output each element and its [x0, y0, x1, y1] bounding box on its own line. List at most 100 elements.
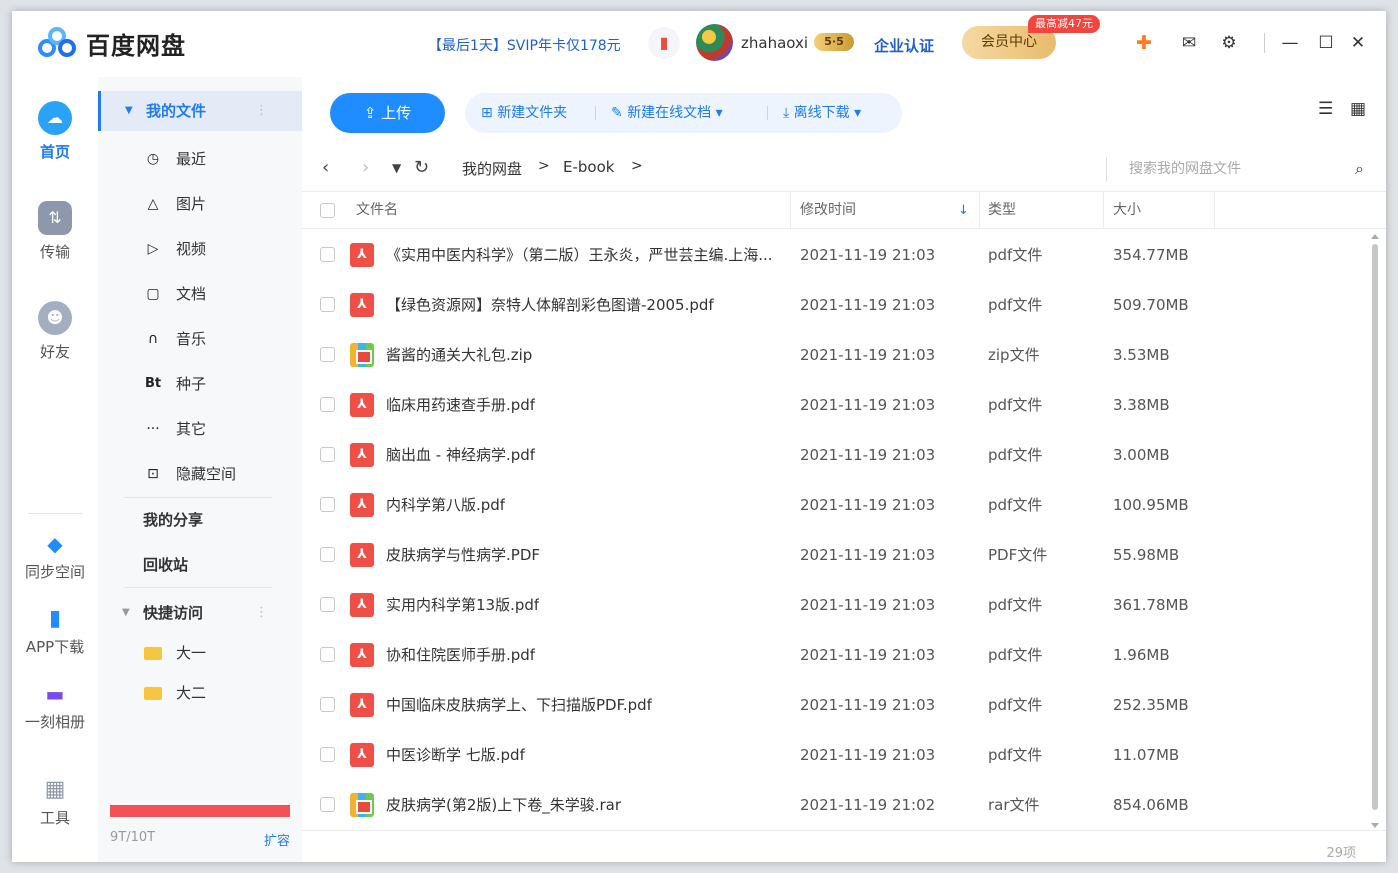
- scroll-thumb[interactable]: [1372, 244, 1378, 810]
- row-checkbox[interactable]: [320, 797, 335, 812]
- table-row[interactable]: ⅄ 脑出血 - 神经病学.pdf 2021-11-19 21:03 pdf文件 3.00…: [302, 430, 1368, 480]
- forward-icon[interactable]: ›: [362, 157, 369, 178]
- refresh-icon[interactable]: ↻: [414, 157, 429, 178]
- table-row[interactable]: ⅄ 临床用药速查手册.pdf 2021-11-19 21:03 pdf文件 3.38MB: [302, 380, 1368, 430]
- file-name[interactable]: 皮肤病学(第2版)上下卷_朱学骏.rar: [386, 780, 621, 830]
- back-icon[interactable]: ‹: [322, 157, 329, 178]
- search-icon[interactable]: ⌕: [1355, 159, 1364, 179]
- file-name[interactable]: 临床用药速查手册.pdf: [386, 380, 535, 430]
- table-row[interactable]: ⅄ 皮肤病学与性病学.PDF 2021-11-19 21:03 PDF文件 55.98M…: [302, 530, 1368, 580]
- sidebar-item-other[interactable]: ··· 其它: [98, 409, 302, 449]
- scroll-down-arrow-icon[interactable]: [1371, 823, 1379, 828]
- history-dropdown-icon[interactable]: ▼: [392, 161, 401, 175]
- sidebar-item-torrents[interactable]: Bt 种子: [98, 364, 302, 404]
- sidebar-item-videos[interactable]: ▷ 视频: [98, 229, 302, 269]
- sidebar-item-recycle[interactable]: 回收站: [98, 545, 302, 585]
- nav-app-download[interactable]: ▮ APP下载: [12, 602, 98, 657]
- table-row[interactable]: ⅄ 中医诊断学 七版.pdf 2021-11-19 21:03 pdf文件 11.07M…: [302, 730, 1368, 780]
- avatar[interactable]: [696, 24, 733, 61]
- file-name[interactable]: 实用内科学第13版.pdf: [386, 580, 539, 630]
- select-all-checkbox[interactable]: [320, 203, 335, 218]
- row-checkbox[interactable]: [320, 347, 335, 362]
- row-checkbox[interactable]: [320, 747, 335, 762]
- sidebar-item-documents[interactable]: ▢ 文档: [98, 274, 302, 314]
- sidebar-folder-2[interactable]: 大二: [98, 673, 302, 713]
- table-row[interactable]: ⅄ 《实用中医内科学》（第二版）王永炎，严世芸主编.上海... 2021-11-19…: [302, 230, 1368, 280]
- vip-level-badge[interactable]: 5·5: [814, 33, 854, 51]
- file-name[interactable]: 内科学第八版.pdf: [386, 480, 505, 530]
- minimize-icon[interactable]: —: [1278, 31, 1302, 55]
- column-name[interactable]: 文件名: [356, 192, 398, 229]
- file-name[interactable]: 中医诊断学 七版.pdf: [386, 730, 525, 780]
- svip-promo-link[interactable]: 【最后1天】SVIP年卡仅178元: [428, 35, 621, 55]
- nav-friends[interactable]: ☻ 好友: [12, 301, 98, 362]
- row-checkbox[interactable]: [320, 597, 335, 612]
- settings-icon[interactable]: ⚙: [1217, 31, 1241, 55]
- main-panel: ⇪ 上传 ⊞ 新建文件夹 ✎ 新建在线文档 ▾ ⤓ 离线下载 ▾ ☰ ▦ ‹ ›…: [302, 77, 1386, 862]
- more-icon[interactable]: ⋮: [255, 593, 268, 633]
- table-row[interactable]: ⅄ 协和住院医师手册.pdf 2021-11-19 21:03 pdf文件 1.96MB: [302, 630, 1368, 680]
- table-row[interactable]: 酱酱的通关大礼包.zip 2021-11-19 21:03 zip文件 3.53MB: [302, 330, 1368, 380]
- sort-desc-arrow-icon[interactable]: ↓: [958, 192, 969, 229]
- breadcrumb-current[interactable]: E-book: [563, 158, 614, 176]
- file-list-scrollbar[interactable]: [1368, 230, 1382, 830]
- gift-icon[interactable]: ▮: [648, 27, 680, 59]
- nav-album[interactable]: ▬ 一刻相册: [12, 677, 98, 732]
- row-checkbox[interactable]: [320, 547, 335, 562]
- file-name[interactable]: 脑出血 - 神经病学.pdf: [386, 430, 535, 480]
- file-name[interactable]: 酱酱的通关大礼包.zip: [386, 330, 532, 380]
- row-checkbox[interactable]: [320, 447, 335, 462]
- row-checkbox[interactable]: [320, 297, 335, 312]
- mail-icon[interactable]: ✉: [1177, 31, 1201, 55]
- file-name[interactable]: 协和住院医师手册.pdf: [386, 630, 535, 680]
- scroll-up-arrow-icon[interactable]: [1371, 234, 1379, 239]
- sidebar-item-my-files[interactable]: ▼ 我的文件 ⋮: [98, 91, 302, 131]
- breadcrumb-root[interactable]: 我的网盘: [462, 158, 522, 179]
- row-checkbox[interactable]: [320, 247, 335, 262]
- new-folder-button[interactable]: ⊞ 新建文件夹: [481, 93, 567, 133]
- sidebar-item-images[interactable]: △ 图片: [98, 184, 302, 224]
- maximize-icon[interactable]: ☐: [1314, 31, 1338, 55]
- app-logo[interactable]: 百度网盘: [36, 25, 186, 61]
- upload-button[interactable]: ⇪ 上传: [330, 93, 445, 133]
- nav-sync-space[interactable]: ◆ 同步空间: [12, 527, 98, 582]
- nav-transfer[interactable]: ⇅ 传输: [12, 201, 98, 262]
- row-checkbox[interactable]: [320, 497, 335, 512]
- file-name[interactable]: 中国临床皮肤病学上、下扫描版PDF.pdf: [386, 680, 652, 730]
- file-name[interactable]: 【绿色资源网】奈特人体解剖彩色图谱-2005.pdf: [386, 280, 714, 330]
- row-checkbox[interactable]: [320, 397, 335, 412]
- sidebar-item-music[interactable]: ∩ 音乐: [98, 319, 302, 359]
- table-row[interactable]: ⅄ 【绿色资源网】奈特人体解剖彩色图谱-2005.pdf 2021-11-19 21…: [302, 280, 1368, 330]
- column-modified[interactable]: 修改时间: [800, 192, 856, 229]
- table-row[interactable]: ⅄ 内科学第八版.pdf 2021-11-19 21:03 pdf文件 100.95MB: [302, 480, 1368, 530]
- column-type[interactable]: 类型: [988, 192, 1016, 229]
- row-checkbox[interactable]: [320, 697, 335, 712]
- column-divider: [1103, 192, 1104, 229]
- sidebar-item-my-share[interactable]: 我的分享: [98, 500, 302, 540]
- row-checkbox[interactable]: [320, 647, 335, 662]
- sidebar-folder-1[interactable]: 大一: [98, 633, 302, 673]
- sort-icon[interactable]: ☰: [1318, 99, 1333, 119]
- file-name[interactable]: 《实用中医内科学》（第二版）王永炎，严世芸主编.上海...: [386, 230, 773, 280]
- offline-download-button[interactable]: ⤓ 离线下载 ▾: [783, 93, 861, 133]
- new-online-doc-button[interactable]: ✎ 新建在线文档 ▾: [611, 93, 723, 133]
- sidebar-item-recent[interactable]: ◷ 最近: [98, 139, 302, 179]
- grid-view-icon[interactable]: ▦: [1350, 99, 1366, 119]
- table-row[interactable]: ⅄ 实用内科学第13版.pdf 2021-11-19 21:03 pdf文件 361.7…: [302, 580, 1368, 630]
- close-icon[interactable]: ✕: [1346, 31, 1370, 55]
- game-icon[interactable]: ✚: [1132, 31, 1156, 55]
- expand-storage-link[interactable]: 扩容: [264, 830, 290, 849]
- nav-tools[interactable]: ▦ 工具: [12, 773, 98, 828]
- nav-home[interactable]: ☁ 首页: [12, 101, 98, 162]
- search-input[interactable]: [1129, 157, 1329, 181]
- file-name[interactable]: 皮肤病学与性病学.PDF: [386, 530, 540, 580]
- username[interactable]: zhahaoxi: [741, 34, 808, 52]
- sidebar-item-quick-access[interactable]: ▼ 快捷访问 ⋮: [98, 593, 302, 633]
- more-icon[interactable]: ⋮: [255, 91, 268, 131]
- enterprise-verify-link[interactable]: 企业认证: [874, 35, 934, 56]
- sidebar-item-hidden-space[interactable]: ⊡ 隐藏空间: [98, 454, 302, 494]
- table-row[interactable]: ⅄ 中国临床皮肤病学上、下扫描版PDF.pdf 2021-11-19 21:03 pd…: [302, 680, 1368, 730]
- file-size: 3.38MB: [1113, 396, 1170, 414]
- column-size[interactable]: 大小: [1113, 192, 1141, 229]
- table-row[interactable]: 皮肤病学(第2版)上下卷_朱学骏.rar 2021-11-19 21:02 rar文…: [302, 780, 1368, 830]
